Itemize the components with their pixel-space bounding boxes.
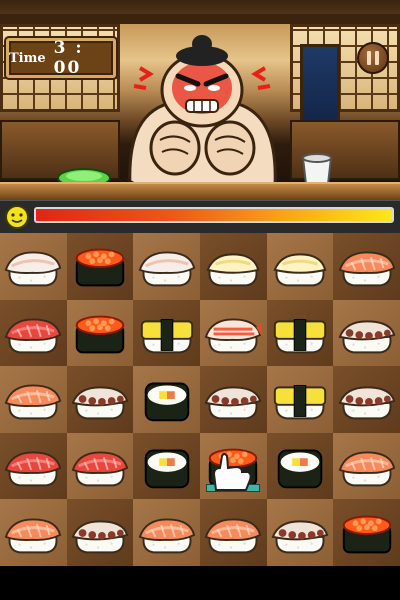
board-cell[interactable] — [266, 299, 334, 367]
board-cell[interactable] — [66, 432, 134, 500]
salmon-nigiri-icon — [138, 518, 195, 554]
tako-nigiri-icon — [338, 386, 395, 420]
board-cell[interactable] — [266, 366, 334, 433]
pause-icon — [367, 51, 371, 65]
sushi-board — [0, 233, 400, 566]
board-cell[interactable] — [266, 432, 334, 500]
board-cell[interactable] — [0, 233, 67, 300]
board-cell[interactable] — [133, 432, 200, 500]
board-cell[interactable] — [133, 233, 200, 300]
tamago-nigiri-icon — [273, 318, 327, 354]
mood-progress-bar — [34, 207, 394, 223]
bottom-bar — [0, 566, 400, 600]
smiley-icon — [5, 205, 29, 229]
sushi-counter — [0, 182, 400, 202]
board-cell[interactable] — [199, 366, 267, 433]
maki-roll-icon — [144, 449, 189, 489]
tako-nigiri-icon — [71, 386, 129, 420]
mood-progress-fill — [36, 209, 392, 221]
ikura-gunkan-icon — [75, 248, 125, 287]
salmon-nigiri-icon — [204, 518, 262, 554]
board-cell[interactable] — [0, 299, 67, 367]
board-cell[interactable] — [333, 299, 400, 367]
board-cell[interactable] — [0, 432, 67, 500]
hint-indicator — [206, 484, 260, 492]
ikura-gunkan-icon — [75, 315, 125, 354]
board-cell[interactable] — [333, 432, 400, 500]
board-cell[interactable] — [66, 299, 134, 367]
hotate-nigiri-icon — [273, 253, 327, 287]
board-cell[interactable] — [0, 499, 67, 566]
tamago-nigiri-icon — [140, 318, 193, 354]
board-cell[interactable] — [133, 366, 200, 433]
tako-nigiri-icon — [338, 320, 395, 354]
salmon-nigiri-icon — [338, 451, 395, 487]
board-cell[interactable] — [266, 499, 334, 566]
pause-button[interactable] — [357, 42, 389, 74]
hotate-nigiri-icon — [206, 253, 260, 287]
tamago-nigiri-icon — [273, 385, 327, 420]
timer-label: Time — [9, 50, 46, 66]
maguro-nigiri-icon — [4, 451, 62, 487]
board-cell[interactable] — [333, 499, 400, 566]
maguro-nigiri-icon — [71, 451, 129, 487]
board-cell[interactable] — [333, 233, 400, 300]
board-cell[interactable] — [133, 499, 200, 566]
tai-nigiri-icon — [4, 251, 62, 287]
salmon-nigiri-icon — [4, 384, 62, 420]
ikura-gunkan-icon — [342, 515, 391, 554]
tako-nigiri-icon — [271, 520, 329, 554]
ceiling-beam — [0, 14, 400, 24]
tai-nigiri-icon — [138, 251, 195, 287]
maki-roll-icon — [277, 449, 323, 489]
maki-roll-icon — [144, 383, 189, 422]
board-cell[interactable] — [266, 233, 334, 300]
ebi-nigiri-icon — [204, 318, 263, 354]
salmon-nigiri-icon — [4, 518, 62, 554]
board-cell[interactable] — [133, 299, 200, 367]
board-cell[interactable] — [66, 233, 134, 300]
timer: Time 3 : 00 — [6, 38, 116, 78]
board-cell[interactable] — [0, 366, 67, 433]
tako-nigiri-icon — [204, 386, 262, 420]
maguro-nigiri-icon — [4, 318, 62, 354]
timer-value: 3 : 00 — [53, 38, 84, 78]
board-cell[interactable] — [66, 366, 134, 433]
board-cell[interactable] — [66, 499, 134, 566]
sumo-chef-icon — [128, 35, 277, 186]
board-cell[interactable] — [333, 366, 400, 433]
board-cell[interactable] — [199, 233, 267, 300]
tako-nigiri-icon — [71, 520, 129, 554]
board-cell[interactable] — [199, 499, 267, 566]
salmon-nigiri-icon — [338, 251, 395, 287]
pause-icon-bar — [375, 51, 379, 65]
board-cell[interactable] — [199, 299, 267, 367]
